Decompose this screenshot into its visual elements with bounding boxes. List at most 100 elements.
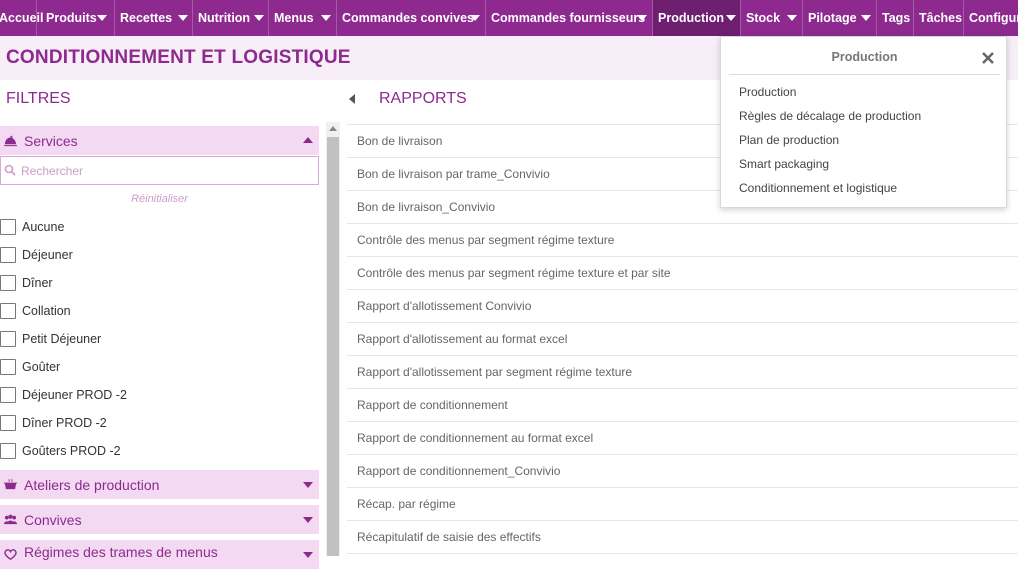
nav-label: Menus bbox=[274, 11, 314, 25]
report-label: Rapport de conditionnement au format exc… bbox=[357, 431, 594, 445]
chevron-down-icon bbox=[303, 517, 313, 523]
nav-label: Tâches bbox=[919, 11, 963, 25]
option-gouters-prod-2[interactable]: Goûters PROD -2 bbox=[0, 442, 121, 460]
caret-down-icon bbox=[726, 15, 736, 21]
menu-item-smart-packaging[interactable]: Smart packaging bbox=[739, 157, 829, 171]
people-icon bbox=[4, 514, 17, 525]
report-label: Rapport d'allotissement au format excel bbox=[357, 332, 568, 346]
nav-nutrition[interactable]: Nutrition bbox=[193, 0, 269, 36]
option-label: Déjeuner bbox=[22, 248, 73, 262]
report-label: Rapport de conditionnement_Convivio bbox=[357, 464, 561, 478]
report-row[interactable]: Contrôle des menus par segment régime te… bbox=[347, 257, 1018, 290]
nav-menus[interactable]: Menus bbox=[269, 0, 337, 36]
nav-label: Configura bbox=[969, 11, 1018, 25]
option-petit-dejeuner[interactable]: Petit Déjeuner bbox=[0, 330, 101, 348]
option-dejeuner[interactable]: Déjeuner bbox=[0, 246, 73, 264]
scroll-up-icon[interactable] bbox=[329, 126, 337, 131]
nav-stock[interactable]: Stock bbox=[741, 0, 803, 36]
nav-label: Stock bbox=[746, 11, 781, 25]
report-label: Bon de livraison bbox=[357, 134, 443, 148]
option-diner[interactable]: Dîner bbox=[0, 274, 53, 292]
production-dropdown-menu: Production Production Règles de décalage… bbox=[720, 36, 1007, 208]
caret-down-icon bbox=[787, 15, 797, 21]
option-gouter[interactable]: Goûter bbox=[0, 358, 60, 376]
checkbox[interactable] bbox=[0, 303, 16, 319]
report-row[interactable]: Rapport d'allotissement Convivio bbox=[347, 290, 1018, 323]
search-input[interactable] bbox=[21, 161, 311, 181]
report-row[interactable]: Rapport de conditionnement_Convivio bbox=[347, 455, 1018, 488]
option-label: Collation bbox=[22, 304, 71, 318]
cloche-icon bbox=[4, 135, 17, 147]
section-label: Régimes des trames de menus bbox=[24, 544, 218, 560]
nav-configuration[interactable]: Configura bbox=[964, 0, 1018, 36]
pot-icon bbox=[4, 479, 17, 490]
checkbox[interactable] bbox=[0, 331, 16, 347]
nav-taches[interactable]: Tâches bbox=[914, 0, 964, 36]
collapse-filters-icon[interactable] bbox=[349, 94, 355, 104]
filter-section-services[interactable]: Services bbox=[0, 126, 319, 155]
scrollbar-thumb[interactable] bbox=[327, 137, 339, 556]
option-collation[interactable]: Collation bbox=[0, 302, 71, 320]
nav-tags[interactable]: Tags bbox=[877, 0, 914, 36]
report-row[interactable]: Rapport de conditionnement au format exc… bbox=[347, 422, 1018, 455]
nav-production[interactable]: Production bbox=[653, 0, 741, 36]
nav-label: Pilotage bbox=[808, 11, 857, 25]
nav-pilotage[interactable]: Pilotage bbox=[803, 0, 877, 36]
caret-down-icon bbox=[254, 15, 264, 21]
menu-item-production[interactable]: Production bbox=[739, 85, 796, 99]
filter-section-convives[interactable]: Convives bbox=[0, 505, 319, 534]
report-row[interactable]: Rapport de conditionnement bbox=[347, 389, 1018, 422]
report-row[interactable]: Rapport d'allotissement par segment régi… bbox=[347, 356, 1018, 389]
filter-section-regimes[interactable]: Régimes des trames de menus bbox=[0, 540, 319, 569]
nav-label: Production bbox=[658, 11, 724, 25]
services-search bbox=[0, 156, 319, 185]
checkbox[interactable] bbox=[0, 415, 16, 431]
caret-down-icon bbox=[470, 15, 480, 21]
chevron-up-icon bbox=[303, 137, 313, 143]
report-label: Bon de livraison_Convivio bbox=[357, 200, 496, 214]
report-row[interactable]: Rapport d'allotissement au format excel bbox=[347, 323, 1018, 356]
reports-heading: RAPPORTS bbox=[379, 90, 467, 107]
reset-link[interactable]: Réinitialiser bbox=[0, 193, 319, 205]
report-label: Récapitulatif de saisie des effectifs bbox=[357, 530, 541, 544]
checkbox[interactable] bbox=[0, 275, 16, 291]
nav-produits[interactable]: Produits bbox=[41, 0, 115, 36]
menu-item-plan-production[interactable]: Plan de production bbox=[739, 133, 839, 147]
option-label: Goûter bbox=[22, 360, 61, 374]
caret-down-icon bbox=[97, 15, 107, 21]
option-diner-prod-2[interactable]: Dîner PROD -2 bbox=[0, 414, 107, 432]
checkbox[interactable] bbox=[0, 359, 16, 375]
option-dejeuner-prod-2[interactable]: Déjeuner PROD -2 bbox=[0, 386, 127, 404]
chevron-down-icon bbox=[303, 482, 313, 488]
report-row[interactable]: Contrôle des menus par segment régime te… bbox=[347, 224, 1018, 257]
option-aucune[interactable]: Aucune bbox=[0, 218, 64, 236]
checkbox[interactable] bbox=[0, 443, 16, 459]
nav-accueil[interactable]: Accueil bbox=[0, 0, 43, 36]
report-label: Rapport d'allotissement Convivio bbox=[357, 299, 532, 313]
report-row[interactable]: Récap. par régime bbox=[347, 488, 1018, 521]
option-label: Petit Déjeuner bbox=[22, 332, 102, 346]
section-label: Ateliers de production bbox=[24, 476, 160, 493]
nav-recettes[interactable]: Recettes bbox=[115, 0, 193, 36]
nav-label: Recettes bbox=[120, 11, 173, 25]
close-icon[interactable] bbox=[980, 50, 996, 66]
report-row[interactable]: Récapitulatif de saisie des effectifs bbox=[347, 521, 1018, 554]
menu-item-regles-decalage[interactable]: Règles de décalage de production bbox=[739, 109, 921, 123]
page-title: CONDITIONNEMENT ET LOGISTIQUE bbox=[6, 47, 351, 68]
checkbox[interactable] bbox=[0, 219, 16, 235]
nav-label: Tags bbox=[882, 11, 911, 25]
checkbox[interactable] bbox=[0, 387, 16, 403]
checkbox[interactable] bbox=[0, 247, 16, 263]
filters-heading: FILTRES bbox=[6, 90, 71, 107]
option-label: Dîner bbox=[22, 276, 53, 290]
section-label: Services bbox=[24, 132, 78, 149]
divider bbox=[729, 74, 1000, 75]
nav-commandes-convives[interactable]: Commandes convives bbox=[337, 0, 486, 36]
option-label: Goûters PROD -2 bbox=[22, 444, 121, 458]
dropdown-title: Production bbox=[831, 50, 898, 64]
filter-section-ateliers[interactable]: Ateliers de production bbox=[0, 470, 319, 499]
menu-item-conditionnement[interactable]: Conditionnement et logistique bbox=[739, 181, 897, 195]
report-label: Rapport de conditionnement bbox=[357, 398, 508, 412]
heart-icon bbox=[4, 549, 17, 560]
nav-commandes-fournisseurs[interactable]: Commandes fournisseurs bbox=[486, 0, 653, 36]
